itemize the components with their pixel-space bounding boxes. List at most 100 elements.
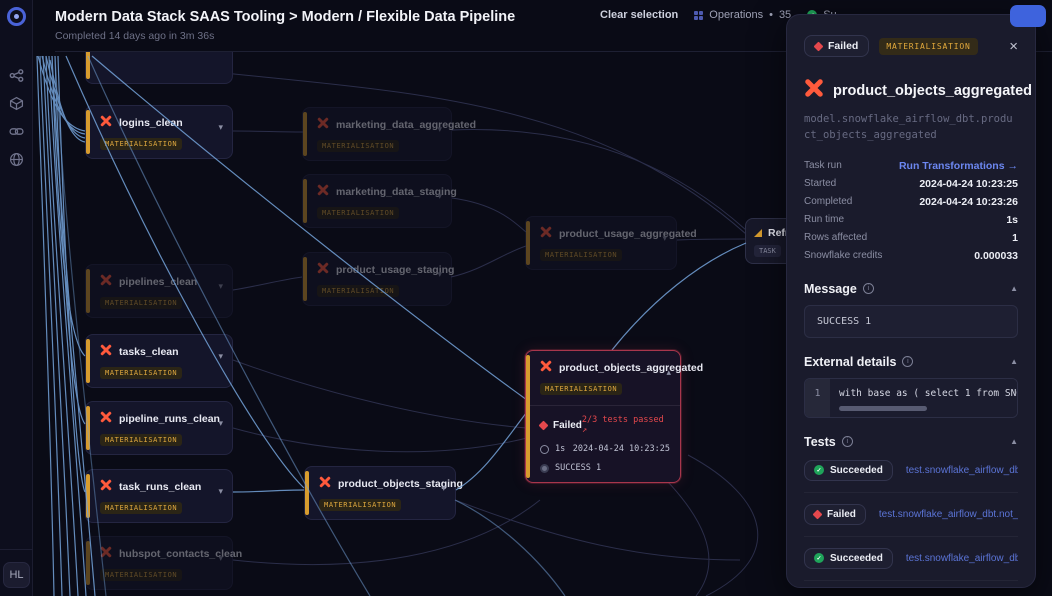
status-label: Failed bbox=[553, 420, 582, 431]
run-timestamp: 2024-04-24 10:23:25 bbox=[573, 444, 670, 454]
collapse-icon[interactable]: ▲ bbox=[1010, 437, 1018, 446]
chevron-up-icon[interactable]: ▴ bbox=[666, 367, 671, 378]
panel-title: product_objects_aggregated bbox=[833, 83, 1032, 99]
warning-icon bbox=[754, 229, 762, 237]
breadcrumb: Modern Data Stack SAAS Tooling > Modern … bbox=[55, 9, 515, 25]
chevron-down-icon[interactable]: ▾ bbox=[218, 122, 223, 133]
node-marketing-data-staging[interactable]: marketing_data_staging ▾ MATERIALISATION bbox=[302, 174, 452, 228]
test-status-pill: Failed bbox=[804, 504, 866, 525]
code-line: with base as ( select 1 from SNOWFLAKE bbox=[839, 388, 1008, 399]
dbt-icon bbox=[540, 225, 552, 243]
dbt-icon bbox=[100, 114, 112, 132]
info-icon[interactable]: i bbox=[842, 436, 853, 447]
materialisation-badge: MATERIALISATION bbox=[540, 383, 622, 395]
materialisation-badge: MATERIALISATION bbox=[317, 207, 399, 219]
line-number: 1 bbox=[805, 379, 830, 417]
message-section-title: Message bbox=[804, 282, 857, 296]
materialisation-badge: MATERIALISATION bbox=[100, 138, 182, 150]
tests-section-title: Tests bbox=[804, 435, 836, 449]
dbt-icon bbox=[317, 183, 329, 201]
test-status-pill: ✓Succeeded bbox=[804, 460, 893, 481]
test-row: ✓Succeeded test.snowflake_airflow_dbt.un… bbox=[804, 449, 1018, 493]
globe-icon[interactable] bbox=[9, 152, 24, 167]
dbt-icon bbox=[317, 116, 329, 134]
materialisation-badge: MATERIALISATION bbox=[100, 569, 182, 581]
materialisation-badge: MATERIALISATION bbox=[317, 140, 399, 152]
clock-icon bbox=[540, 445, 549, 454]
run-time: 1s bbox=[555, 444, 565, 454]
test-link[interactable]: test.snowflake_airflow_dbt.not_null_pr bbox=[879, 509, 1018, 520]
failed-diamond-icon bbox=[813, 509, 823, 519]
materialisation-badge: MATERIALISATION bbox=[317, 285, 399, 297]
dbt-icon bbox=[100, 343, 112, 361]
link-icon[interactable] bbox=[9, 124, 24, 139]
node-pipeline-runs-clean[interactable]: pipeline_runs_clean ▾ MATERIALISATION bbox=[85, 401, 233, 455]
node-product-objects-staging[interactable]: product_objects_staging ▾ MATERIALISATIO… bbox=[304, 466, 456, 520]
operations-icon bbox=[694, 11, 703, 20]
clear-selection-button[interactable]: Clear selection bbox=[600, 9, 678, 21]
test-row: Failed test.snowflake_airflow_dbt.not_nu… bbox=[804, 493, 1018, 537]
toolbar-primary-button[interactable] bbox=[1010, 5, 1046, 27]
test-link[interactable]: test.snowflake_airflow_dbt.unique_pro bbox=[906, 465, 1018, 476]
chevron-down-icon[interactable]: ▾ bbox=[218, 418, 223, 429]
failed-status-pill: Failed bbox=[804, 35, 869, 57]
run-status-subtitle: Completed 14 days ago in 3m 36s bbox=[55, 30, 214, 42]
test-link[interactable]: test.snowflake_airflow_dbt.not_null_pr bbox=[906, 553, 1018, 564]
node-product-usage-staging[interactable]: product_usage_staging ▾ MATERIALISATION bbox=[302, 252, 452, 306]
info-icon[interactable]: i bbox=[863, 283, 874, 294]
tests-summary-link[interactable]: 2/3 tests passed ↗ bbox=[582, 415, 670, 435]
node-tasks-clean[interactable]: tasks_clean ▾ MATERIALISATION bbox=[85, 334, 233, 388]
external-details-section-title: External details bbox=[804, 355, 896, 369]
task-run-link[interactable]: Run Transformations → bbox=[899, 160, 1018, 172]
chevron-down-icon[interactable]: ▾ bbox=[437, 269, 442, 280]
chevron-down-icon[interactable]: ▾ bbox=[662, 233, 667, 244]
chevron-down-icon[interactable]: ▾ bbox=[218, 281, 223, 292]
avatar[interactable]: HL bbox=[3, 562, 30, 588]
close-icon[interactable]: × bbox=[1009, 39, 1018, 54]
node-pipelines-clean[interactable]: pipelines_clean ▾ MATERIALISATION bbox=[85, 264, 233, 318]
materialisation-badge: MATERIALISATION bbox=[319, 499, 401, 511]
node-hubspot-contacts-clean[interactable]: hubspot_contacts_clean ▾ MATERIALISATION bbox=[85, 536, 233, 590]
info-icon[interactable]: i bbox=[902, 356, 913, 367]
task-badge: TASK bbox=[754, 245, 781, 257]
node-marketing-data-aggregated[interactable]: marketing_data_aggregated ▾ MATERIALISAT… bbox=[302, 107, 452, 161]
node-task-runs-clean[interactable]: task_runs_clean ▾ MATERIALISATION bbox=[85, 469, 233, 523]
sidebar-divider bbox=[0, 549, 33, 550]
operations-counter: Operations • 35 bbox=[694, 9, 791, 21]
status-circle-icon bbox=[540, 464, 549, 473]
materialisation-badge: MATERIALISATION bbox=[100, 434, 182, 446]
divider bbox=[526, 405, 680, 406]
test-row: ✓Succeeded test.snowflake_airflow_dbt.no… bbox=[804, 537, 1018, 581]
chevron-down-icon[interactable]: ▾ bbox=[218, 486, 223, 497]
chevron-down-icon[interactable]: ▾ bbox=[437, 124, 442, 135]
chevron-down-icon[interactable]: ▾ bbox=[218, 553, 223, 564]
collapse-icon[interactable]: ▲ bbox=[1010, 284, 1018, 293]
horizontal-scrollbar[interactable] bbox=[839, 406, 927, 411]
package-icon[interactable] bbox=[9, 96, 24, 111]
node-message: SUCCESS 1 bbox=[555, 463, 601, 473]
lineage-icon[interactable] bbox=[9, 68, 24, 83]
collapse-icon[interactable]: ▲ bbox=[1010, 357, 1018, 366]
details-panel: Failed MATERIALISATION × product_objects… bbox=[786, 14, 1036, 588]
chevron-down-icon[interactable]: ▾ bbox=[218, 351, 223, 362]
message-box: SUCCESS 1 bbox=[804, 305, 1018, 338]
materialisation-badge: MATERIALISATION bbox=[100, 502, 182, 514]
chevron-down-icon[interactable]: ▾ bbox=[441, 483, 446, 494]
code-block: 1 with base as ( select 1 from SNOWFLAKE bbox=[804, 378, 1018, 418]
dbt-icon bbox=[319, 475, 331, 493]
failed-diamond-icon bbox=[814, 41, 824, 51]
chevron-down-icon[interactable]: ▾ bbox=[437, 191, 442, 202]
app-logo-icon[interactable] bbox=[7, 7, 26, 26]
materialisation-badge: MATERIALISATION bbox=[100, 297, 182, 309]
success-circle-icon: ✓ bbox=[814, 553, 824, 563]
node-product-usage-aggregated[interactable]: product_usage_aggregated ▾ MATERIALISATI… bbox=[525, 216, 677, 270]
test-status-pill: ✓Succeeded bbox=[804, 548, 893, 569]
dbt-icon bbox=[100, 478, 112, 496]
failed-diamond-icon bbox=[539, 420, 549, 430]
node-product-objects-aggregated-selected[interactable]: product_objects_aggregated ▴ MATERIALISA… bbox=[525, 350, 681, 483]
dbt-icon bbox=[804, 78, 824, 103]
dbt-icon bbox=[100, 410, 112, 428]
node-logins-clean[interactable]: logins_clean ▾ MATERIALISATION bbox=[85, 105, 233, 159]
model-identifier: model.snowflake_airflow_dbt.product_obje… bbox=[804, 111, 1018, 144]
materialisation-badge: MATERIALISATION bbox=[879, 38, 977, 55]
